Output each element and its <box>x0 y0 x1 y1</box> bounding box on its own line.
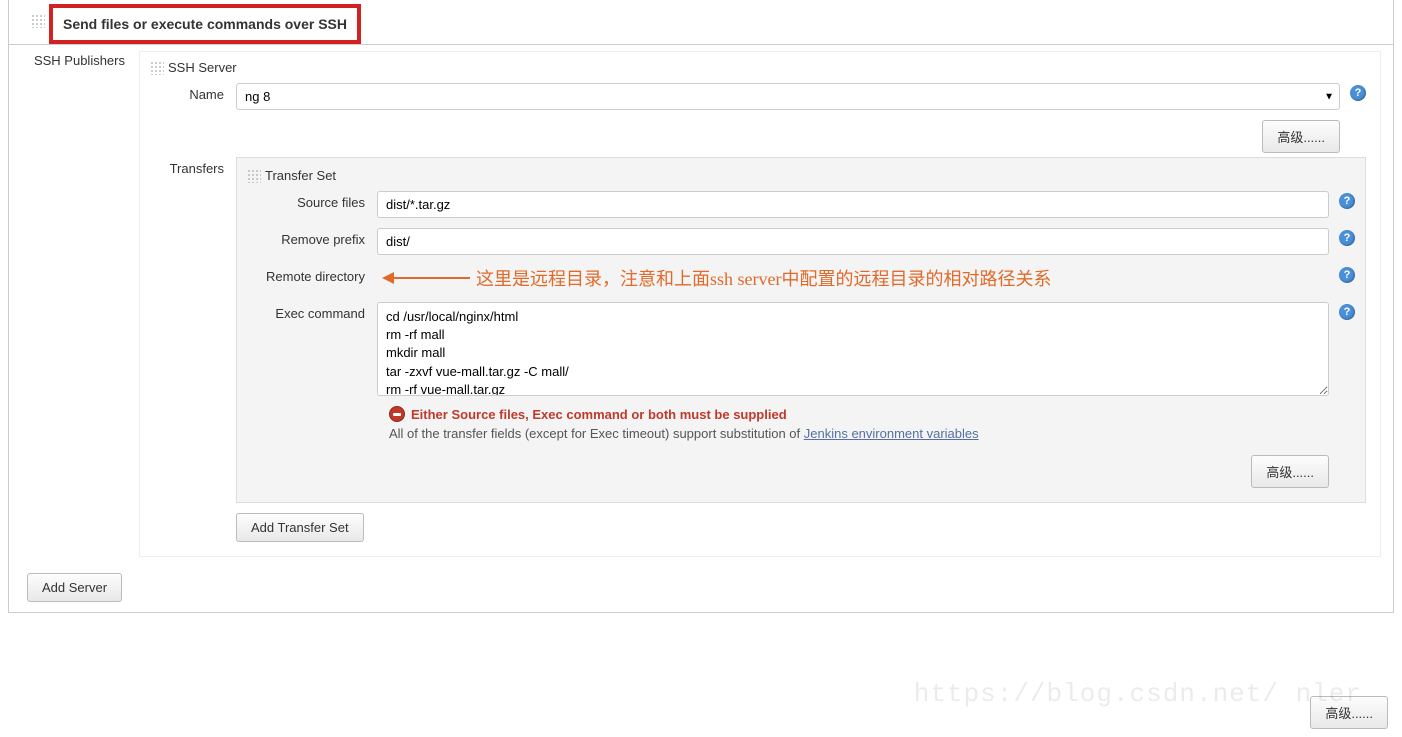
exec-command-textarea[interactable] <box>377 302 1329 396</box>
transfers-label: Transfers <box>150 157 236 176</box>
ssh-server-advanced-button[interactable]: 高级...... <box>1262 120 1340 153</box>
transfer-set-legend: Transfer Set <box>247 168 1355 183</box>
drag-handle-icon <box>247 169 261 183</box>
help-icon[interactable]: ? <box>1339 267 1355 283</box>
drag-handle-icon <box>31 14 45 28</box>
ssh-server-name-select[interactable]: ng 8 <box>236 83 1340 110</box>
exec-command-label: Exec command <box>247 302 377 321</box>
error-icon <box>389 406 405 422</box>
name-label: Name <box>150 83 236 102</box>
remote-directory-label: Remote directory <box>247 265 377 284</box>
help-icon[interactable]: ? <box>1339 193 1355 209</box>
error-message: Either Source files, Exec command or bot… <box>411 407 787 422</box>
jenkins-env-vars-link[interactable]: Jenkins environment variables <box>804 426 979 441</box>
help-icon[interactable]: ? <box>1350 85 1366 101</box>
ssh-publishers-label: SSH Publishers <box>27 51 139 557</box>
add-server-button[interactable]: Add Server <box>27 573 122 602</box>
help-icon[interactable]: ? <box>1339 304 1355 320</box>
add-transfer-set-button[interactable]: Add Transfer Set <box>236 513 364 542</box>
watermark: https://blog.csdn.net/ nler <box>914 679 1362 709</box>
info-text: All of the transfer fields (except for E… <box>389 426 1329 441</box>
annotation-remote-dir: 这里是远程目录，注意和上面ssh server中配置的远程目录的相对路径关系 <box>382 265 1051 291</box>
section-title: Send files or execute commands over SSH <box>49 4 361 44</box>
source-files-input[interactable] <box>377 191 1329 218</box>
transfer-advanced-button[interactable]: 高级...... <box>1251 455 1329 488</box>
remove-prefix-label: Remove prefix <box>247 228 377 247</box>
help-icon[interactable]: ? <box>1339 230 1355 246</box>
drag-handle-icon <box>150 61 164 75</box>
ssh-server-legend: SSH Server <box>150 60 1366 75</box>
remove-prefix-input[interactable] <box>377 228 1329 255</box>
source-files-label: Source files <box>247 191 377 210</box>
bottom-advanced-button[interactable]: 高级...... <box>1310 696 1388 729</box>
